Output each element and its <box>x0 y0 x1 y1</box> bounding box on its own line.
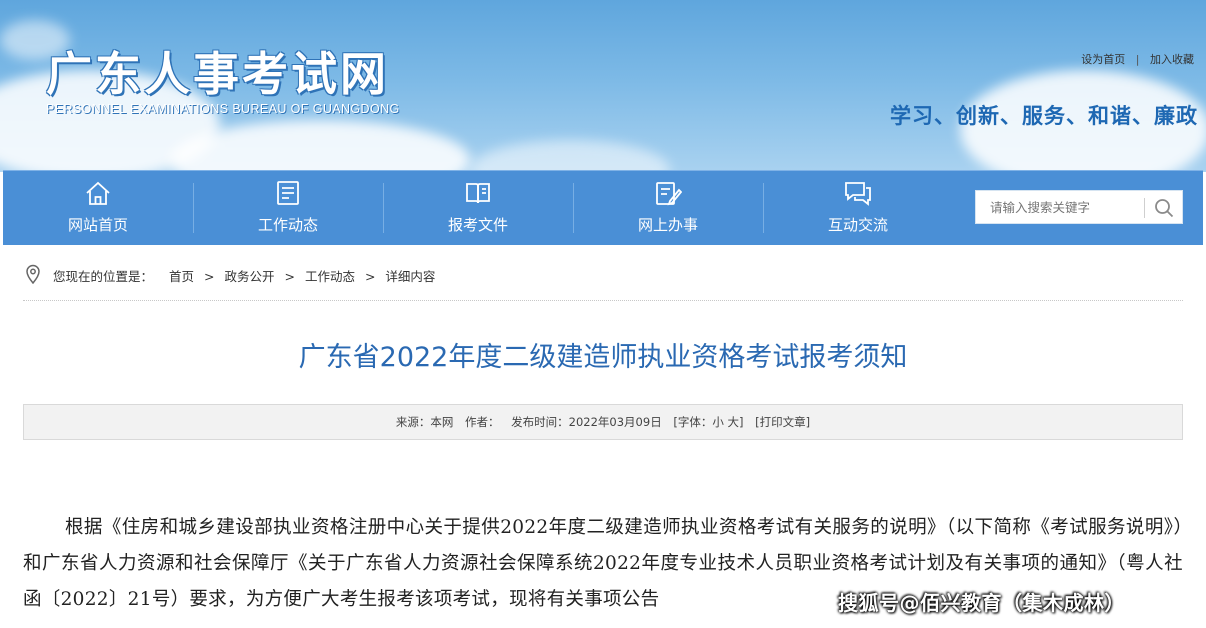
header-cloud <box>470 140 670 172</box>
font-size-toggle[interactable]: [字体：小 大] <box>673 415 743 429</box>
breadcrumb-prefix: 您现在的位置是： <box>53 269 154 284</box>
news-icon <box>277 181 299 205</box>
home-icon <box>86 181 110 205</box>
nav-item-exam-documents[interactable]: 报考文件 <box>383 171 573 245</box>
article-publish-time: 发布时间：2022年03月09日 <box>511 415 662 429</box>
site-header: 广东人事考试网 PERSONNEL EXAMINATIONS BUREAU OF… <box>0 0 1206 172</box>
nav-item-label: 工作动态 <box>257 216 318 234</box>
article-author: 作者： <box>465 415 500 429</box>
search-box <box>975 190 1183 224</box>
site-logo-title[interactable]: 广东人事考试网 <box>46 38 389 104</box>
search-icon[interactable] <box>1153 197 1175 219</box>
site-logo-subtitle: PERSONNEL EXAMINATIONS BUREAU OF GUANGDO… <box>46 102 400 116</box>
nav-item-label: 互动交流 <box>827 216 888 234</box>
set-homepage-link[interactable]: 设为首页 <box>1081 51 1125 67</box>
article-meta: 来源：本网 作者： 发布时间：2022年03月09日 [字体：小 大] [打印文… <box>23 404 1183 440</box>
nav-item-online-service[interactable]: 网上办事 <box>573 171 763 245</box>
breadcrumb-separator: > <box>204 269 215 284</box>
search-divider <box>1144 198 1145 218</box>
add-favorite-link[interactable]: 加入收藏 <box>1150 51 1194 67</box>
nav-item-label: 报考文件 <box>447 216 508 234</box>
article-source: 来源：本网 <box>395 415 454 429</box>
top-link-separator: | <box>1135 53 1140 66</box>
nav-item-label: 网上办事 <box>637 216 698 234</box>
search-input[interactable] <box>976 191 1142 223</box>
print-article-link[interactable]: [打印文章] <box>755 415 810 429</box>
breadcrumb-divider <box>23 300 1183 301</box>
top-links: 设为首页 | 加入收藏 <box>1081 51 1194 67</box>
nav-item-interaction[interactable]: 互动交流 <box>763 171 953 245</box>
breadcrumb-work-news[interactable]: 工作动态 <box>305 269 355 284</box>
slogan: 学习、创新、服务、和谐、廉政 <box>890 104 1198 128</box>
breadcrumb-separator: > <box>284 269 295 284</box>
main-nav: 网站首页 工作动态 报考文件 网上办事 互动交流 <box>3 170 1203 245</box>
chat-icon <box>845 182 871 206</box>
watermark: 搜狐号@佰兴教育（集木成林） <box>838 591 1125 615</box>
nav-item-label: 网站首页 <box>67 216 128 234</box>
breadcrumb-separator: > <box>364 269 376 284</box>
main-content: 您现在的位置是： 首页 > 政务公开 > 工作动态 > 详细内容 广东省2022… <box>23 244 1183 628</box>
nav-item-home[interactable]: 网站首页 <box>3 171 193 245</box>
book-icon <box>466 183 490 204</box>
location-pin-icon <box>26 264 40 284</box>
article-title: 广东省2022年度二级建造师执业资格考试报考须知 <box>298 342 908 373</box>
breadcrumb-current: 详细内容 <box>385 269 436 284</box>
nav-item-work-news[interactable]: 工作动态 <box>193 171 383 245</box>
edit-icon <box>656 182 682 206</box>
breadcrumb-government-affairs[interactable]: 政务公开 <box>224 269 274 284</box>
breadcrumb-home[interactable]: 首页 <box>169 269 194 284</box>
